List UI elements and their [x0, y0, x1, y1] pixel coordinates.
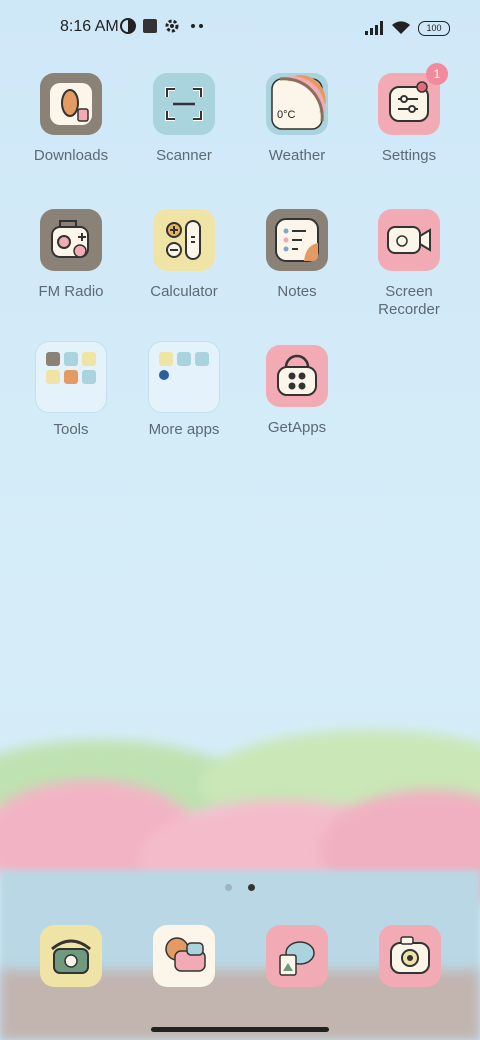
notification-square-icon — [143, 19, 157, 33]
app-settings[interactable]: 1 Settings — [354, 63, 464, 165]
calculator-icon — [153, 209, 215, 271]
gear-icon — [165, 19, 179, 33]
dock-phone[interactable] — [40, 925, 102, 987]
page-dot-1[interactable] — [224, 884, 232, 891]
app-label: Screen Recorder — [378, 283, 440, 318]
app-calculator[interactable]: Calculator — [129, 209, 239, 301]
dock-camera[interactable] — [379, 925, 441, 987]
app-label: Notes — [277, 283, 317, 300]
folder-icon — [35, 341, 107, 413]
folder-label: Tools — [53, 421, 89, 438]
signal-icon — [365, 21, 383, 35]
radio-icon — [40, 209, 102, 271]
app-label: Weather — [268, 147, 326, 164]
battery-indicator: 100 — [418, 21, 450, 36]
clock: 8:16 AM — [60, 18, 119, 35]
page-dot-2-active[interactable] — [248, 884, 256, 891]
downloads-icon — [40, 73, 102, 135]
dock-messages[interactable] — [153, 925, 215, 987]
shopping-bag-icon — [266, 345, 328, 407]
camera-icon — [390, 936, 430, 974]
video-camera-icon — [378, 209, 440, 271]
folder-icon — [148, 341, 220, 413]
wifi-icon — [392, 21, 410, 34]
app-label: Settings — [381, 147, 437, 164]
app-weather[interactable]: 0°C Weather — [242, 73, 352, 165]
app-label: Calculator — [150, 283, 218, 300]
folder-more-apps[interactable]: More apps — [129, 341, 239, 439]
gallery-icon — [279, 941, 315, 976]
weather-temp: 0°C — [277, 109, 296, 121]
folder-tools[interactable]: Tools — [16, 341, 126, 439]
notification-badge: 1 — [426, 63, 448, 85]
more-notifications-icon — [191, 24, 203, 28]
page-indicator[interactable] — [0, 878, 480, 896]
app-label: GetApps — [267, 419, 327, 436]
app-label: FM Radio — [38, 283, 104, 300]
scanner-icon — [153, 73, 215, 135]
dock-gallery[interactable] — [266, 925, 328, 987]
app-fm-radio[interactable]: FM Radio — [16, 209, 126, 301]
app-label: Downloads — [33, 147, 109, 164]
app-getapps[interactable]: GetApps — [242, 345, 352, 437]
app-scanner[interactable]: Scanner — [129, 73, 239, 165]
folder-label: More apps — [148, 421, 220, 438]
dark-mode-icon — [120, 18, 136, 34]
status-bar: 8:16 AM 100 — [0, 0, 480, 56]
home-gesture-bar[interactable] — [151, 1027, 329, 1032]
app-notes[interactable]: Notes — [242, 209, 352, 301]
app-downloads[interactable]: Downloads — [16, 73, 126, 165]
app-screen-recorder[interactable]: Screen Recorder — [354, 209, 464, 319]
phone-icon — [51, 939, 91, 974]
app-label: Scanner — [156, 147, 212, 164]
notes-icon — [266, 209, 328, 271]
messages-icon — [165, 937, 206, 972]
weather-icon: 0°C — [266, 73, 328, 135]
